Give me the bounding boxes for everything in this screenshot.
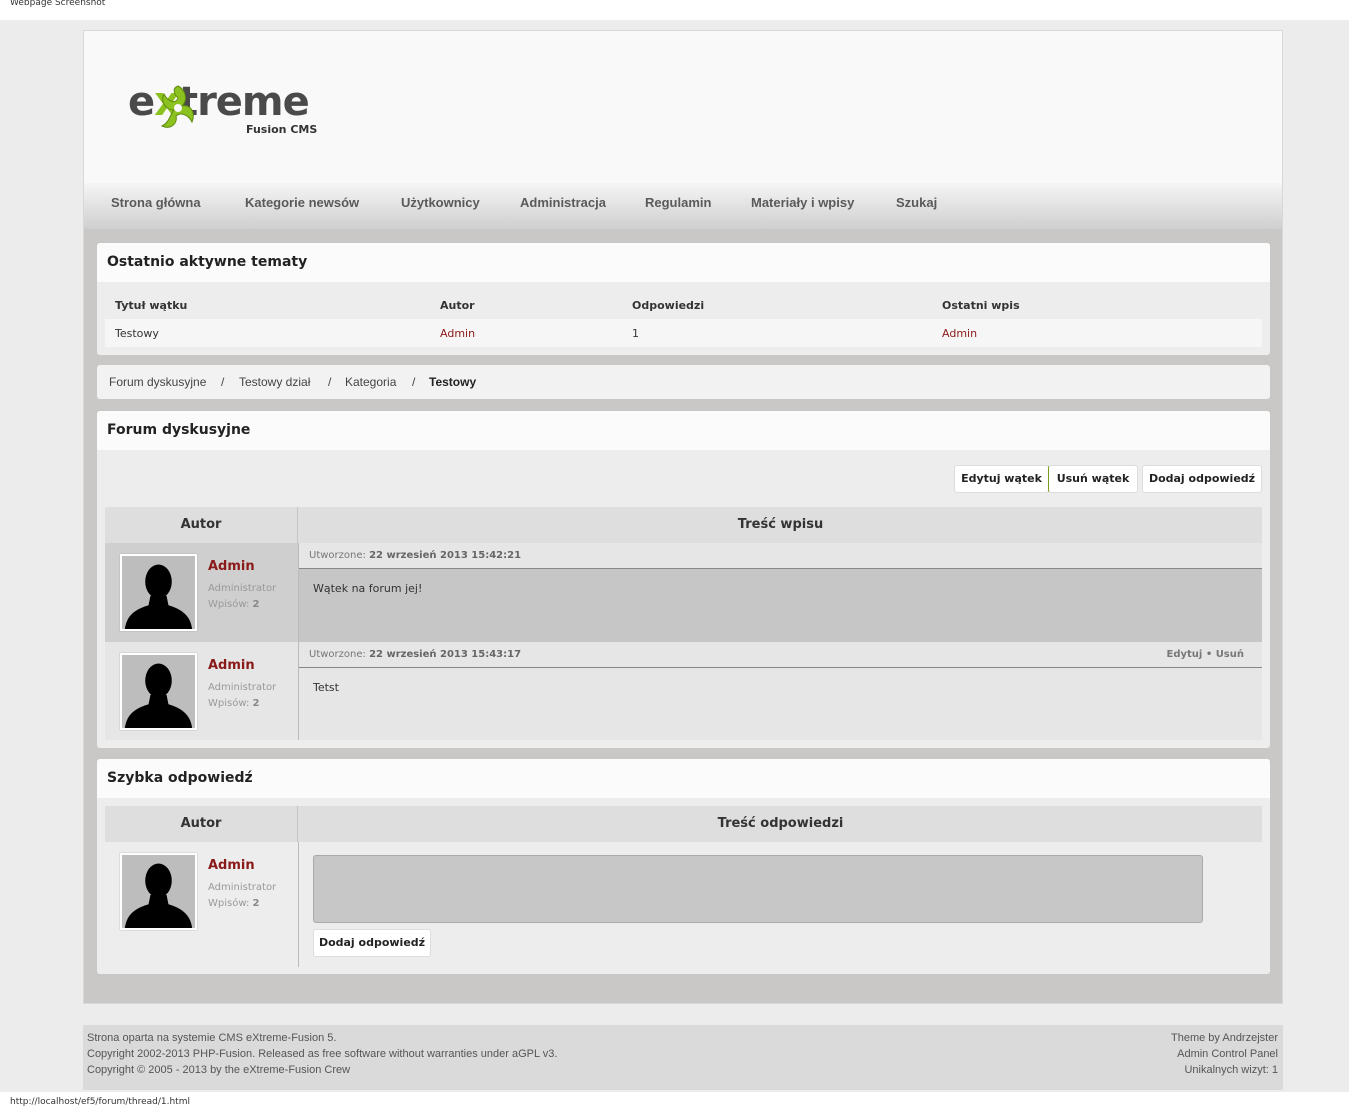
breadcrumb-forum[interactable]: Forum dyskusyjne [109,375,206,389]
nav-item-administration[interactable]: Administracja [520,195,606,210]
user-silhouette-icon [122,556,195,629]
admin-control-panel-link[interactable]: Admin Control Panel [1177,1048,1278,1060]
breadcrumb-separator: / [221,375,225,389]
recent-topics-title: Ostatnio aktywne tematy [107,254,308,270]
post-body: Wątek na forum jej! [299,569,1262,642]
submit-reply-button[interactable]: Dodaj odpowiedź [313,929,431,957]
reply-textarea[interactable] [313,855,1203,923]
footer-copyright-ef: Copyright © 2005 - 2013 by the eXtreme-F… [87,1064,351,1076]
avatar [120,653,197,730]
unique-visits: Unikalnych wizyt: 1 [1184,1064,1278,1076]
breadcrumb-section[interactable]: Testowy dział [239,375,310,389]
quick-reply-title: Szybka odpowiedź [107,770,253,786]
footer-copyright-phpfusion: Copyright 2002-2013 PHP-Fusion. Released… [87,1048,558,1060]
recent-topics-panel: Ostatnio aktywne tematy Tytuł wątku Auto… [97,243,1270,355]
thread-author-link[interactable]: Admin [440,327,475,340]
header: extreme Fusion CMS [84,31,1282,183]
screenshot-label: Webpage Screenshot [10,0,106,8]
post-meta: Utworzone: 22 wrzesień 2013 15:42:21 [299,543,1262,569]
col-last-post: Ostatni wpis [942,299,1020,312]
posts-header: Autor Treść wpisu [105,507,1262,543]
post-text: Wątek na forum jej! [313,582,423,595]
user-silhouette-icon [122,655,195,728]
logo-star-icon [160,85,194,128]
post-created: Utworzone: 22 wrzesień 2013 15:43:17 [309,649,522,660]
nav-item-rules[interactable]: Regulamin [645,195,711,210]
page-container: extreme Fusion CMS Strona główna Kategor… [83,30,1283,1004]
post-author-cell: Admin Administrator Wpisów: 2 [105,642,299,740]
forum-title: Forum dyskusyjne [107,422,251,438]
breadcrumb-separator: / [328,375,332,389]
col-content: Treść wpisu [737,517,824,532]
recent-topics-header: Tytuł wątku Autor Odpowiedzi Ostatni wpi… [105,293,1262,319]
breadcrumb-separator: / [412,375,416,389]
breadcrumb: Forum dyskusyjne / Testowy dział / Kateg… [97,365,1270,399]
delete-thread-button[interactable]: Usuń wątek [1048,465,1138,493]
nav-item-users[interactable]: Użytkownicy [401,195,480,210]
col-author: Autor [440,299,475,312]
status-bar: http://localhost/ef5/forum/thread/1.html [0,1092,1349,1110]
nav-item-news-categories[interactable]: Kategorie newsów [245,195,359,210]
reply-author-role: Administrator [208,882,277,893]
post-author-name[interactable]: Admin [208,559,255,574]
footer: Strona oparta na systemie CMS eXtreme-Fu… [83,1025,1283,1090]
footer-theme-credit[interactable]: Theme by Andrzejster [1171,1032,1278,1044]
site-logo[interactable]: extreme Fusion CMS [128,79,328,149]
post-created: Utworzone: 22 wrzesień 2013 15:42:21 [309,550,522,561]
post-meta: Utworzone: 22 wrzesień 2013 15:43:17 Edy… [299,642,1262,668]
avatar [120,554,197,631]
quick-reply-header: Autor Treść odpowiedzi [105,806,1262,842]
post-author-count: Wpisów: 2 [208,599,260,610]
avatar [120,853,197,930]
post-text: Tetst [313,681,339,694]
forum-post: Admin Administrator Wpisów: 2 Utworzone:… [105,642,1262,740]
col-author: Autor [105,507,298,543]
nav-item-materials[interactable]: Materiały i wpisy [751,195,854,210]
screenshot-label-bar: Webpage Screenshot [0,0,1349,20]
thread-title-link[interactable]: Testowy [115,327,159,340]
table-row: Testowy Admin 1 Admin [105,319,1262,347]
forum-post: Admin Administrator Wpisów: 2 Utworzone:… [105,543,1262,642]
col-reply-content: Treść odpowiedzi [717,816,844,831]
logo-subtitle: Fusion CMS [246,123,318,136]
user-silhouette-icon [122,855,195,928]
post-author-name[interactable]: Admin [208,658,255,673]
add-reply-button[interactable]: Dodaj odpowiedź [1142,465,1262,493]
main-nav: Strona główna Kategorie newsów Użytkowni… [84,183,1282,229]
nav-item-search[interactable]: Szukaj [896,195,937,210]
col-thread-title: Tytuł wątku [115,299,188,312]
post-author-role: Administrator [208,682,277,693]
post-author-count: Wpisów: 2 [208,698,260,709]
last-post-link[interactable]: Admin [942,327,977,340]
quick-reply-panel: Szybka odpowiedź Autor Treść odpowiedzi … [97,759,1270,974]
reply-author-count: Wpisów: 2 [208,898,260,909]
breadcrumb-category[interactable]: Kategoria [345,375,396,389]
status-url: http://localhost/ef5/forum/thread/1.html [10,1097,190,1107]
footer-cms-note: Strona oparta na systemie CMS eXtreme-Fu… [87,1032,337,1044]
forum-thread-panel: Forum dyskusyjne Edytuj wątek Usuń wątek… [97,411,1270,748]
nav-item-home[interactable]: Strona główna [111,195,201,210]
post-author-role: Administrator [208,583,277,594]
breadcrumb-current: Testowy [429,375,477,389]
col-replies: Odpowiedzi [632,299,705,312]
col-author: Autor [105,806,298,842]
reply-author-name[interactable]: Admin [208,858,255,873]
reply-author-cell: Admin Administrator Wpisów: 2 [105,842,299,967]
post-author-cell: Admin Administrator Wpisów: 2 [105,543,299,642]
post-actions[interactable]: Edytuj • Usuń [1167,649,1245,660]
thread-replies: 1 [632,327,639,340]
edit-thread-button[interactable]: Edytuj wątek [954,465,1049,493]
